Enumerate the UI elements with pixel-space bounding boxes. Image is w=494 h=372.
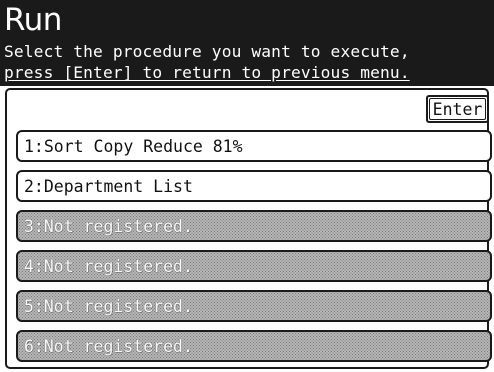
procedure-label: 2:Department List (24, 177, 193, 196)
enter-button[interactable]: Enter (426, 95, 489, 123)
procedure-panel: Enter 1:Sort Copy Reduce 81% 2:Departmen… (5, 88, 492, 369)
procedure-button-2[interactable]: 2:Department List (16, 170, 492, 202)
header-bar: Run Select the procedure you want to exe… (0, 0, 494, 86)
procedure-label: 6:Not registered. (24, 337, 193, 356)
procedure-button-5: 5:Not registered. (16, 290, 492, 322)
procedure-label: 4:Not registered. (24, 257, 193, 276)
instruction-line-2: press [Enter] to return to previous menu… (4, 63, 410, 82)
enter-button-label: Enter (432, 100, 483, 119)
procedure-label: 1:Sort Copy Reduce 81% (24, 137, 243, 156)
run-screen: Run Select the procedure you want to exe… (0, 0, 494, 372)
procedure-label: 5:Not registered. (24, 297, 193, 316)
page-title: Run (4, 2, 62, 38)
procedure-button-1[interactable]: 1:Sort Copy Reduce 81% (16, 130, 492, 162)
procedure-button-6: 6:Not registered. (16, 330, 492, 362)
procedure-button-3: 3:Not registered. (16, 210, 492, 242)
instruction-line-1: Select the procedure you want to execute… (4, 42, 410, 61)
procedure-button-4: 4:Not registered. (16, 250, 492, 282)
procedure-label: 3:Not registered. (24, 217, 193, 236)
